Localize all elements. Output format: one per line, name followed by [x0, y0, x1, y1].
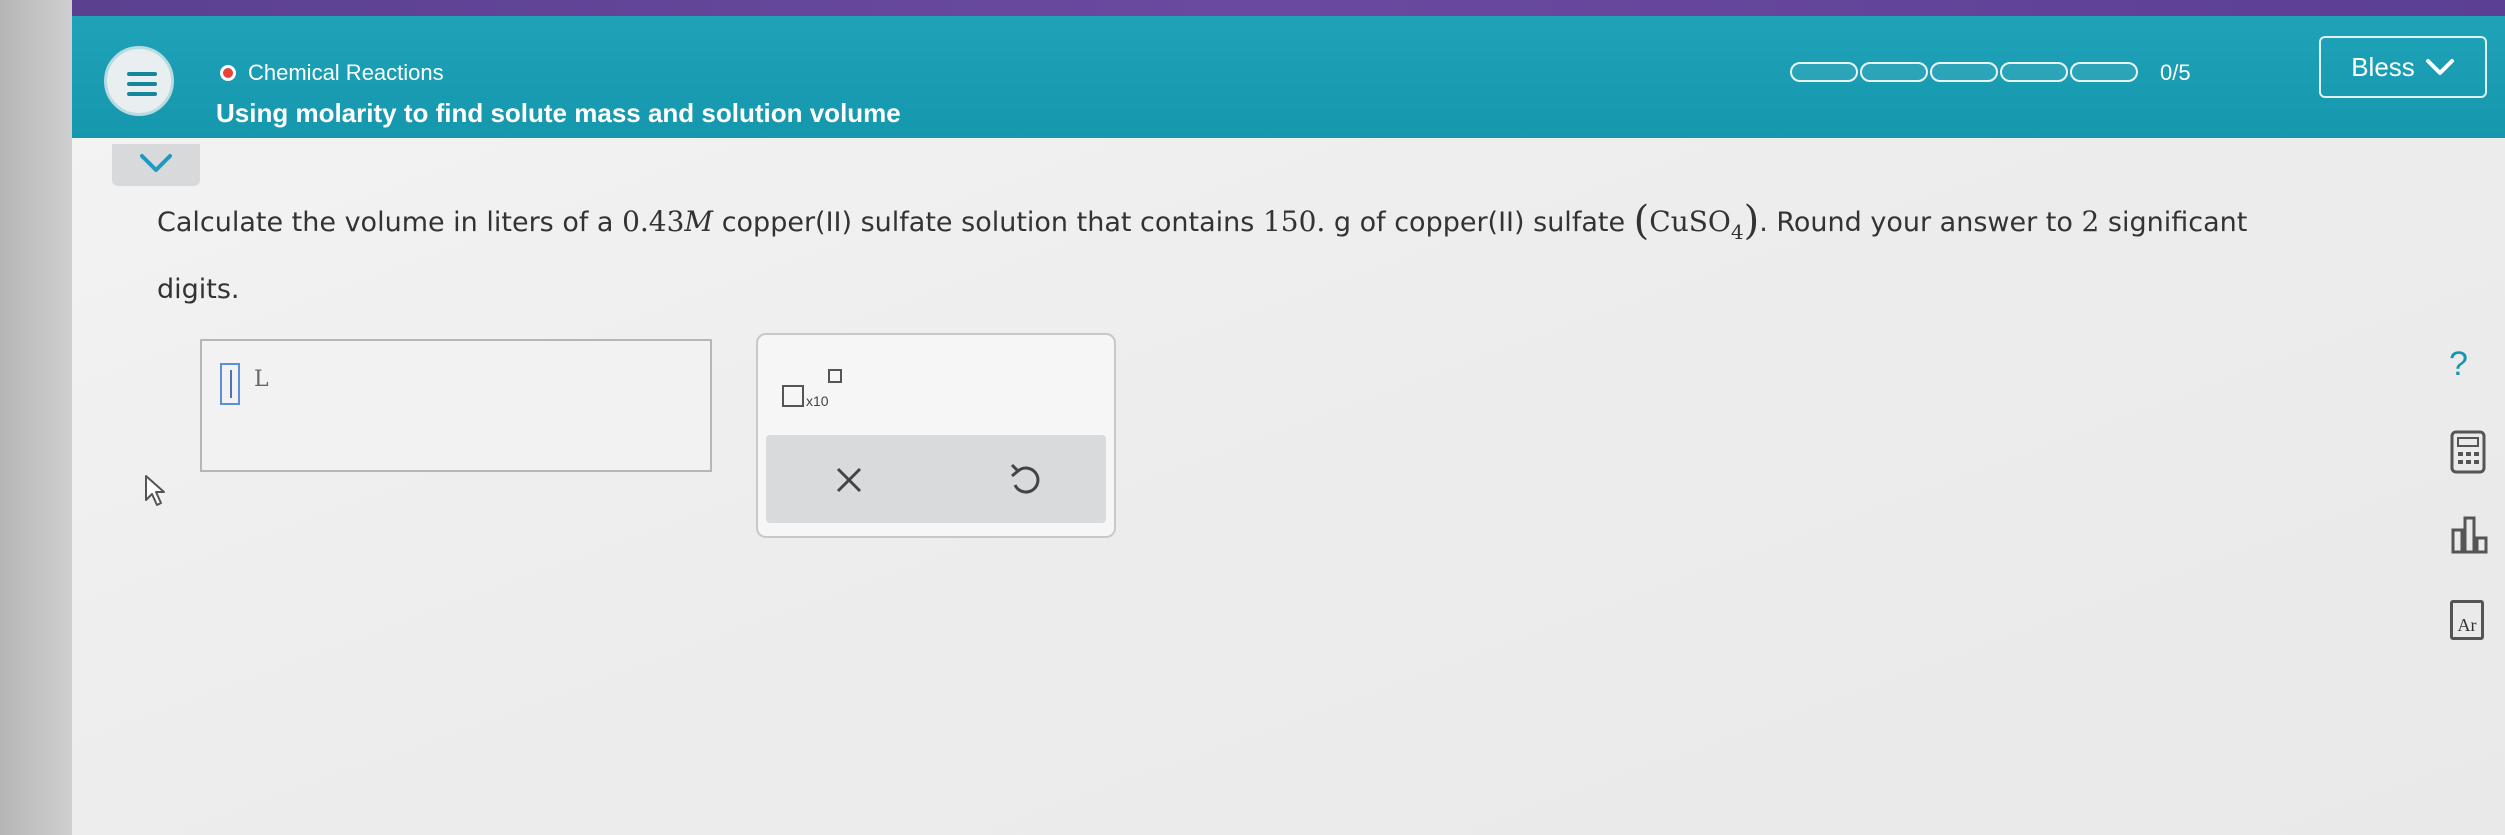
clear-icon	[836, 467, 862, 493]
question-part-4: . Round your answer to	[1759, 207, 2073, 238]
topic-row: Chemical Reactions	[220, 60, 444, 86]
help-button[interactable]: ?	[2449, 345, 2468, 384]
progress-text: 0/5	[2160, 60, 2191, 85]
progress-segment	[2070, 62, 2138, 82]
undo-icon	[1010, 463, 1040, 494]
calculator-icon[interactable]	[2450, 430, 2486, 474]
left-bezel	[0, 0, 72, 835]
chart-icon[interactable]	[2450, 512, 2490, 556]
chevron-down-icon	[2425, 59, 2454, 75]
menu-button[interactable]	[104, 46, 174, 116]
collapse-button[interactable]	[112, 144, 200, 186]
progress-segment	[1930, 62, 1998, 82]
math-tool-panel: x10	[756, 333, 1116, 538]
periodic-table-label: Ar	[2457, 615, 2477, 635]
formula-subscript: 4	[1730, 220, 1744, 244]
chevron-down-icon	[140, 154, 172, 172]
screen: Chemical Reactions Using molarity to fin…	[72, 16, 2505, 835]
progress-segment	[1860, 62, 1928, 82]
topic-label: Chemical Reactions	[248, 60, 444, 85]
question-text: Calculate the volume in liters of a 0.43…	[157, 198, 2248, 305]
answer-cursor	[220, 363, 240, 405]
header-bar: Chemical Reactions Using molarity to fin…	[72, 16, 2505, 138]
molarity-unit: M	[684, 205, 714, 238]
clear-button[interactable]	[826, 457, 872, 503]
answer-input[interactable]: L	[200, 339, 712, 472]
question-line-2: digits.	[157, 274, 240, 305]
question-part-5: significant	[2107, 207, 2248, 238]
sig-figs: 2	[2081, 205, 2100, 238]
progress-segment	[2000, 62, 2068, 82]
progress-segment	[1790, 62, 1858, 82]
answer-unit: L	[254, 367, 269, 392]
x10-button[interactable]: x10	[782, 369, 852, 413]
page-title: Using molarity to find solute mass and s…	[216, 98, 901, 128]
periodic-table-icon[interactable]: Ar	[2450, 600, 2484, 640]
user-menu-button[interactable]: Bless	[2319, 36, 2487, 98]
question-part-3: g of copper(II) sulfate	[1333, 207, 1626, 238]
user-name: Bless	[2351, 51, 2415, 82]
molarity-value: 0.43	[622, 205, 685, 238]
progress-bar	[1790, 62, 2140, 82]
topic-status-icon	[220, 65, 236, 81]
question-part-1: Calculate the volume in liters of a	[157, 207, 614, 238]
undo-button[interactable]	[1002, 457, 1048, 503]
question-part-2: copper(II) sulfate solution that contain…	[721, 207, 1255, 238]
mass-value: 150.	[1262, 205, 1326, 238]
tool-action-bar	[766, 435, 1106, 523]
formula-main: CuSO	[1649, 205, 1731, 238]
mouse-pointer-icon	[145, 475, 165, 506]
